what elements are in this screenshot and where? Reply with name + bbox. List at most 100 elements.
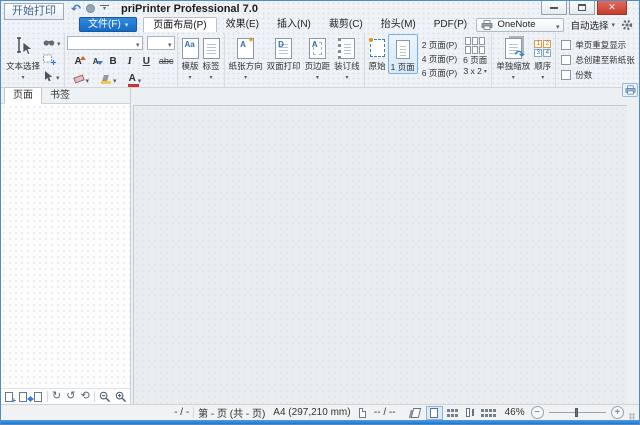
six-pages-grid-button[interactable]: 6 页面 3 x 2 bbox=[461, 34, 489, 78]
close-icon: ✕ bbox=[608, 2, 616, 12]
selection-small-buttons bbox=[42, 34, 62, 84]
window-chrome: 开始打印 ↶ ▾ priPrinter Professional 7.0 ✕ 文… bbox=[1, 1, 639, 88]
two-pages-option[interactable]: 2 页面(P) bbox=[418, 38, 461, 52]
duplex-label: 双面打印 bbox=[266, 61, 301, 71]
qat-more-icon[interactable]: ▾ bbox=[100, 5, 110, 12]
minimize-icon bbox=[550, 6, 558, 9]
undo-icon[interactable]: ↶ bbox=[71, 3, 81, 15]
preview-sheet-area[interactable] bbox=[133, 105, 627, 404]
original-button[interactable]: 原始 bbox=[367, 34, 388, 72]
insert-page-before-button[interactable] bbox=[18, 390, 32, 403]
thumb-zoom-in-button[interactable] bbox=[115, 390, 127, 403]
underline-button[interactable]: U bbox=[141, 56, 152, 67]
insert-page-before-icon bbox=[19, 391, 32, 402]
bold-button[interactable]: B bbox=[108, 56, 119, 67]
sidebar-tab-pages[interactable]: 页面 bbox=[4, 87, 42, 104]
orientation-icon[interactable] bbox=[358, 407, 367, 418]
six-pages-grid-icon bbox=[465, 36, 486, 54]
tab-header[interactable]: 抬头(M) bbox=[372, 17, 425, 32]
tag-button[interactable]: 标签 bbox=[201, 34, 222, 82]
printer-status-button[interactable] bbox=[622, 83, 638, 97]
printer-selector[interactable]: OneNote bbox=[476, 17, 565, 32]
checkbox-new-sheet[interactable]: 总创建至新纸张 bbox=[561, 54, 635, 66]
tab-file-label: 文件(F) bbox=[88, 19, 121, 30]
four-pages-option[interactable]: 4 页面(P) bbox=[418, 52, 461, 66]
order-button[interactable]: 1 2 3 4 顺序 bbox=[532, 34, 553, 82]
checkbox-repeat-page[interactable]: 单页重复显示 bbox=[561, 39, 635, 51]
text-select-button[interactable]: 文本选择 bbox=[4, 34, 42, 82]
chevron-down-icon bbox=[56, 67, 60, 85]
chevron-down-icon bbox=[57, 33, 61, 51]
sidebar-tab-bookmarks[interactable]: 书签 bbox=[42, 88, 78, 103]
insert-page-after-button[interactable] bbox=[29, 390, 43, 403]
preview-canvas[interactable] bbox=[131, 83, 639, 404]
status-page-info[interactable]: 第 - 页 (共 - 页) bbox=[194, 405, 269, 420]
page-thumbnails-panel[interactable] bbox=[1, 104, 130, 388]
chevron-down-icon bbox=[136, 34, 140, 52]
tab-file[interactable]: 文件(F) bbox=[79, 17, 138, 32]
find-button[interactable] bbox=[42, 35, 62, 49]
rotate-ccw-button[interactable]: ↺ bbox=[66, 390, 76, 403]
text-select-icon bbox=[12, 35, 34, 61]
one-page-button[interactable]: 1 页面 bbox=[387, 34, 418, 74]
zoom-slider[interactable] bbox=[548, 408, 606, 417]
chevron-down-icon bbox=[541, 71, 544, 81]
status-paper-size[interactable]: A4 (297,210 mm) bbox=[269, 407, 354, 418]
feedback-bubble-icon[interactable] bbox=[86, 4, 96, 13]
checkbox-copies[interactable]: 份数 bbox=[561, 69, 635, 81]
tab-insert[interactable]: 插入(N) bbox=[268, 17, 320, 32]
new-page-button[interactable]: + bbox=[4, 390, 16, 404]
format-eraser-button[interactable] bbox=[72, 72, 91, 86]
view-mode-spread-button[interactable] bbox=[462, 406, 479, 420]
zoom-in-button[interactable]: + bbox=[610, 406, 624, 419]
font-name-combobox[interactable] bbox=[66, 34, 143, 52]
view-mode-thumbnails-button[interactable] bbox=[444, 406, 461, 420]
order-cell: 2 bbox=[543, 39, 552, 48]
shrink-arrow-icon bbox=[96, 60, 103, 65]
view-mode-stack-button[interactable] bbox=[408, 406, 425, 420]
select-area-button[interactable] bbox=[42, 69, 62, 83]
font-color-button[interactable]: A bbox=[127, 72, 143, 87]
paper-mode-selector[interactable]: 自动选择 bbox=[570, 18, 615, 32]
view-mode-single-button[interactable] bbox=[425, 405, 443, 420]
paper-orientation-button[interactable]: A * 纸张方向 bbox=[227, 34, 265, 82]
binding-line-button[interactable]: 装订线 bbox=[332, 34, 362, 82]
window-bottom-edge bbox=[1, 420, 639, 424]
zoom-out-button[interactable]: − bbox=[530, 406, 544, 419]
margins-button[interactable]: A 页边距 bbox=[303, 34, 333, 82]
shrink-font-button[interactable]: A bbox=[91, 57, 103, 66]
grow-font-button[interactable]: A bbox=[73, 55, 86, 67]
thumb-zoom-out-button[interactable] bbox=[99, 390, 111, 403]
maximize-button[interactable] bbox=[569, 1, 595, 15]
refresh-button[interactable]: ⟲ bbox=[80, 390, 90, 403]
italic-button[interactable]: I bbox=[126, 56, 134, 67]
highlight-button[interactable] bbox=[100, 72, 118, 86]
start-print-button[interactable]: 开始打印 bbox=[4, 3, 64, 20]
separate-zoom-button[interactable]: ↷ 单独缩放 bbox=[494, 34, 532, 82]
strikethrough-button[interactable]: abc bbox=[159, 56, 174, 66]
tab-pdf[interactable]: PDF(P) bbox=[425, 17, 476, 32]
zoom-slider-thumb[interactable] bbox=[575, 408, 579, 417]
tab-effects[interactable]: 效果(E) bbox=[217, 17, 268, 32]
resize-grip[interactable] bbox=[628, 413, 635, 420]
snapshot-button[interactable] bbox=[42, 52, 62, 66]
margins-label: 页边距 bbox=[304, 61, 331, 71]
six-pages-option[interactable]: 6 页面(P) bbox=[418, 66, 461, 80]
minimize-button[interactable] bbox=[541, 1, 567, 15]
zoom-in-icon bbox=[115, 391, 127, 402]
margins-icon: A bbox=[308, 37, 326, 59]
template-button[interactable]: Aa 模版 bbox=[180, 34, 201, 82]
text-select-label: 文本选择 bbox=[6, 61, 41, 71]
ribbon-group-template: Aa 模版 标签 bbox=[178, 33, 225, 87]
tab-page-layout[interactable]: 页面布局(P) bbox=[143, 17, 217, 32]
chevron-down-icon bbox=[210, 71, 213, 81]
font-size-combobox[interactable] bbox=[146, 36, 175, 50]
tab-crop[interactable]: 裁剪(C) bbox=[320, 17, 372, 32]
view-mode-grid-button[interactable] bbox=[480, 406, 497, 420]
close-button[interactable]: ✕ bbox=[597, 1, 627, 15]
rotate-cw-button[interactable]: ↻ bbox=[51, 390, 61, 403]
highlighter-icon bbox=[101, 75, 112, 84]
ribbon-group-page-setup: A* 纸张方向 D 双面打印 A 页边距 装订线 bbox=[225, 33, 365, 87]
gear-icon[interactable] bbox=[621, 19, 633, 31]
duplex-print-button[interactable]: D 双面打印 bbox=[265, 34, 303, 72]
